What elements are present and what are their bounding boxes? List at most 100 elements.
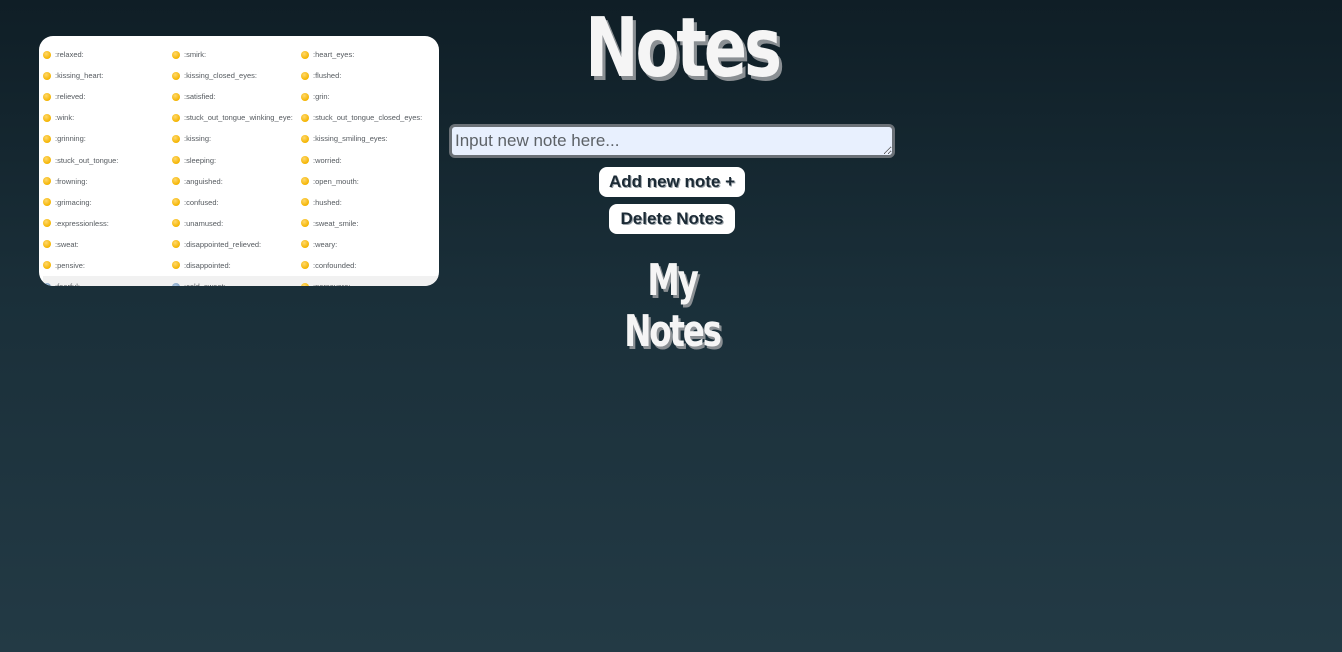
emoji-entry: :grinning: [43,134,172,143]
emoji-row: :grinning: :kissing: :kissing_smiling_eyes… [43,128,439,149]
add-note-button[interactable]: Add new note + [599,167,745,197]
emoji-code-label: :grimacing: [55,197,92,207]
emoji-entry: :fearful: [43,282,172,286]
emoji-code-label: :fearful: [55,282,80,286]
emoji-row: :wink: :stuck_out_tongue_winking_eye: :stu… [43,107,439,128]
emoji-face-icon [301,71,309,80]
emoji-entry: :disappointed: [172,261,301,270]
emoji-row: :expressionless::unamused::sweat_smile: [43,213,439,234]
emoji-entry: :worried: [301,156,431,165]
emoji-face-icon [172,134,180,143]
emoji-entry: :confounded: [301,261,431,270]
emoji-code-label: :kissing_smiling_eyes: [313,134,388,144]
emoji-code-label: :open_mouth: [313,176,359,186]
emoji-row: :kissing_heart: :kissing_closed_eyes: :flu… [43,65,439,86]
emoji-code-label: :hushed: [313,197,342,207]
emoji-face-icon [172,92,180,101]
emoji-code-label: :stuck_out_tongue_winking_eye: [184,113,293,123]
emoji-code-label: :relaxed: [55,50,84,60]
emoji-entry: :weary: [301,240,431,249]
emoji-face-icon [43,240,51,249]
emoji-row: :relieved: :satisfied: :grin: [43,86,439,107]
delete-notes-button[interactable]: Delete Notes [609,204,735,234]
emoji-entry: :sleeping: [172,156,301,165]
emoji-entry: :stuck_out_tongue_winking_eye: [172,113,301,122]
emoji-face-icon [301,134,309,143]
emoji-entry: :open_mouth: [301,177,431,186]
emoji-entry: :relaxed: [43,50,172,59]
emoji-code-label: :heart_eyes: [313,50,355,60]
emoji-entry: :expressionless: [43,219,172,228]
emoji-face-icon [43,50,51,59]
emoji-code-label: :smirk: [184,50,207,60]
emoji-entry: :cold_sweat: [172,282,301,286]
emoji-code-label: :kissing_heart: [55,71,104,81]
emoji-code-label: :kissing_closed_eyes: [184,71,257,81]
emoji-face-icon [43,71,51,80]
emoji-face-icon [172,50,180,59]
emoji-code-label: :relieved: [55,92,86,102]
emoji-entry: :sweat_smile: [301,219,431,228]
emoji-code-label: :flushed: [313,71,342,81]
emoji-entry: :grimacing: [43,198,172,207]
emoji-entry: :pensive: [43,261,172,270]
emoji-code-label: :satisfied: [184,92,216,102]
emoji-code-label: :stuck_out_tongue_closed_eyes: [313,113,423,123]
emoji-face-icon [301,50,309,59]
emoji-face-icon [301,240,309,249]
emoji-face-icon [172,198,180,207]
emoji-entry: :persevere: [301,282,431,286]
emoji-code-label: :confused: [184,197,219,207]
emoji-face-icon [43,113,51,122]
emoji-code-label: :grin: [313,92,330,102]
emoji-entry: :kissing_closed_eyes: [172,71,301,80]
emoji-face-icon [43,219,51,228]
emoji-entry: :grin: [301,92,431,101]
emoji-code-label: :cold_sweat: [184,282,226,286]
emoji-face-icon [43,261,51,270]
emoji-grid: :relaxed: :smirk: :heart_eyes::kissing_hea… [43,44,439,286]
emoji-code-label: :wink: [55,113,75,123]
emoji-entry: :anguished: [172,177,301,186]
emoji-row: :sweat: :disappointed_relieved: :weary: [43,234,439,255]
emoji-entry: :relieved: [43,92,172,101]
emoji-face-icon [43,92,51,101]
emoji-code-label: :persevere: [313,282,351,286]
emoji-face-icon [43,177,51,186]
emoji-face-icon [172,282,180,286]
emoji-face-icon [172,177,180,186]
emoji-face-icon [172,261,180,270]
emoji-code-label: :stuck_out_tongue: [55,155,119,165]
emoji-row: :grimacing: :confused: :hushed: [43,192,439,213]
emoji-face-icon [172,71,180,80]
emoji-code-label: :pensive: [55,260,86,270]
emoji-face-icon [301,113,309,122]
emoji-code-label: :disappointed: [184,260,231,270]
new-note-input[interactable] [449,124,895,158]
emoji-entry: :wink: [43,113,172,122]
emoji-face-icon [301,156,309,165]
emoji-face-icon [301,282,309,286]
emoji-entry: :heart_eyes: [301,50,431,59]
emoji-code-label: :disappointed_relieved: [184,239,262,249]
emoji-row: :relaxed: :smirk: :heart_eyes: [43,44,439,65]
emoji-code-label: :worried: [313,155,342,165]
emoji-code-label: :sweat: [55,239,79,249]
emoji-entry: :kissing: [172,134,301,143]
emoji-code-label: :sleeping: [184,155,217,165]
emoji-face-icon [301,198,309,207]
emoji-row: :pensive: :disappointed: :confounded: [43,255,439,276]
emoji-face-icon [301,177,309,186]
emoji-face-icon [172,219,180,228]
emoji-face-icon [172,240,180,249]
emoji-face-icon [172,113,180,122]
my-notes-heading: My Notes [624,255,722,357]
emoji-code-label: :confounded: [313,260,357,270]
emoji-entry: :flushed: [301,71,431,80]
emoji-face-icon [43,156,51,165]
emoji-entry: :frowning: [43,177,172,186]
emoji-face-icon [301,261,309,270]
emoji-code-label: :kissing: [184,134,212,144]
emoji-entry: :disappointed_relieved: [172,240,301,249]
emoji-face-icon [43,134,51,143]
